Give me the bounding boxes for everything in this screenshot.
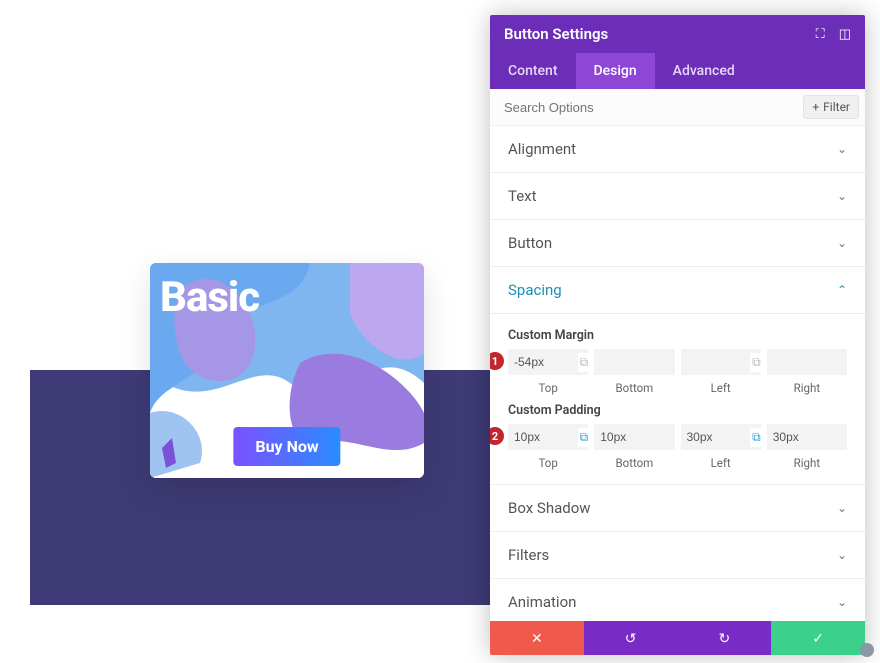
section-box-shadow[interactable]: Box Shadow ⌄ xyxy=(490,485,865,532)
settings-panel: Button Settings ⛶ ◫ Content Design Advan… xyxy=(490,15,865,655)
margin-right-input[interactable] xyxy=(767,349,847,375)
corner-handle-icon xyxy=(860,643,874,657)
tab-design[interactable]: Design xyxy=(576,53,655,89)
redo-button[interactable]: ↻ xyxy=(678,621,772,655)
filter-button[interactable]: + Filter xyxy=(803,95,859,119)
panel-tabs: Content Design Advanced xyxy=(490,53,865,89)
annotation-badge-2: 2 xyxy=(490,427,504,445)
custom-padding-label: Custom Padding xyxy=(508,403,847,418)
card-title: Basic xyxy=(160,273,259,322)
chevron-down-icon: ⌄ xyxy=(837,548,847,562)
side-label-top: Top xyxy=(508,381,588,395)
plus-icon: + xyxy=(812,100,819,114)
side-label-right: Right xyxy=(767,456,847,470)
section-label: Animation xyxy=(508,593,576,611)
padding-bottom-input[interactable] xyxy=(594,424,674,450)
filter-label: Filter xyxy=(823,100,850,114)
preview-card: Basic Buy Now xyxy=(150,263,424,478)
link-icon[interactable]: ⧉ xyxy=(578,353,591,372)
expand-icon[interactable]: ⛶ xyxy=(816,27,825,42)
section-filters[interactable]: Filters ⌄ xyxy=(490,532,865,579)
spacing-controls: Custom Margin 1 ⧉ Top Bottom ⧉ xyxy=(490,314,865,485)
padding-top-input[interactable] xyxy=(508,424,588,450)
margin-bottom-input[interactable] xyxy=(594,349,674,375)
chevron-down-icon: ⌄ xyxy=(837,595,847,609)
section-label: Filters xyxy=(508,546,549,564)
panel-title: Button Settings xyxy=(504,25,608,43)
tab-content[interactable]: Content xyxy=(490,53,576,89)
section-animation[interactable]: Animation ⌄ xyxy=(490,579,865,621)
side-label-top: Top xyxy=(508,456,588,470)
panel-header: Button Settings ⛶ ◫ xyxy=(490,15,865,53)
snap-icon[interactable]: ◫ xyxy=(839,27,851,42)
section-label: Spacing xyxy=(508,281,562,299)
side-label-left: Left xyxy=(681,381,761,395)
margin-top-input[interactable] xyxy=(508,349,588,375)
side-label-left: Left xyxy=(681,456,761,470)
chevron-up-icon: ⌃ xyxy=(837,283,847,297)
tab-advanced[interactable]: Advanced xyxy=(655,53,753,89)
custom-margin-label: Custom Margin xyxy=(508,328,847,343)
section-text[interactable]: Text ⌄ xyxy=(490,173,865,220)
chevron-down-icon: ⌄ xyxy=(837,142,847,156)
padding-right-input[interactable] xyxy=(767,424,847,450)
section-alignment[interactable]: Alignment ⌄ xyxy=(490,126,865,173)
section-button[interactable]: Button ⌄ xyxy=(490,220,865,267)
cancel-button[interactable]: ✕ xyxy=(490,621,584,655)
link-icon[interactable]: ⧉ xyxy=(750,353,763,372)
chevron-down-icon: ⌄ xyxy=(837,501,847,515)
section-label: Box Shadow xyxy=(508,499,591,517)
search-bar: + Filter xyxy=(490,89,865,126)
link-icon[interactable]: ⧉ xyxy=(578,428,591,447)
section-label: Text xyxy=(508,187,537,205)
side-label-bottom: Bottom xyxy=(594,381,674,395)
side-label-right: Right xyxy=(767,381,847,395)
section-label: Alignment xyxy=(508,140,576,158)
link-icon[interactable]: ⧉ xyxy=(750,428,763,447)
chevron-down-icon: ⌄ xyxy=(837,189,847,203)
search-input[interactable] xyxy=(504,100,803,115)
section-label: Button xyxy=(508,234,552,252)
panel-footer: ✕ ↺ ↻ ✓ xyxy=(490,621,865,655)
section-spacing[interactable]: Spacing ⌃ xyxy=(490,267,865,314)
annotation-badge-1: 1 xyxy=(490,352,504,370)
undo-button[interactable]: ↺ xyxy=(584,621,678,655)
chevron-down-icon: ⌄ xyxy=(837,236,847,250)
side-label-bottom: Bottom xyxy=(594,456,674,470)
confirm-button[interactable]: ✓ xyxy=(771,621,865,655)
padding-left-input[interactable] xyxy=(681,424,761,450)
buy-now-button[interactable]: Buy Now xyxy=(233,427,340,466)
margin-left-input[interactable] xyxy=(681,349,761,375)
